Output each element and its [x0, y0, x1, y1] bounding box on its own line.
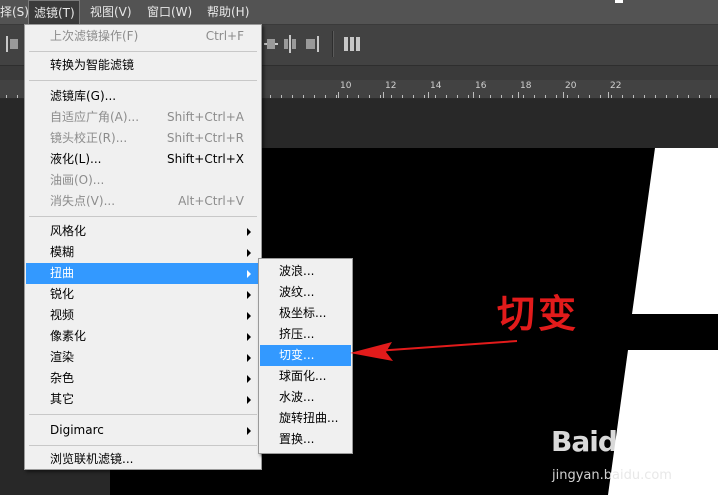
arrow-head [350, 342, 393, 361]
annotation-label: 切变 [497, 292, 580, 336]
watermark-url: jingyan.baidu.com [552, 468, 672, 483]
baidu-jingyan-watermark-logo: Baidu经验 [551, 425, 691, 458]
